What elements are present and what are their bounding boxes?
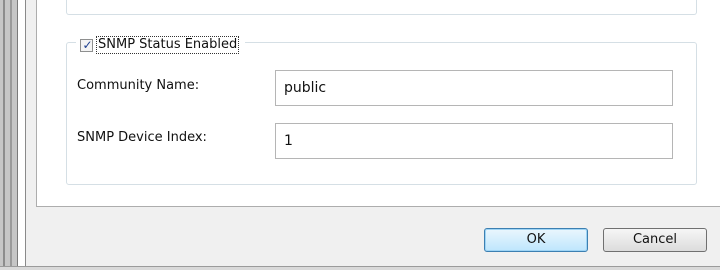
dialog-body: ✓ SNMP Status Enabled Community Name: pu… (25, 0, 720, 270)
community-name-label: Community Name: (77, 78, 200, 93)
snmp-device-index-label: SNMP Device Index: (77, 130, 207, 145)
settings-panel: ✓ SNMP Status Enabled Community Name: pu… (36, 0, 720, 207)
snmp-group-box (66, 42, 697, 185)
previous-group-box (66, 0, 697, 15)
ok-button[interactable]: OK (484, 228, 588, 252)
snmp-enabled-checkbox[interactable]: ✓ (80, 37, 93, 52)
community-name-input[interactable]: public (275, 70, 673, 106)
snmp-enabled-label[interactable]: SNMP Status Enabled (96, 36, 240, 54)
snmp-device-index-input[interactable]: 1 (275, 123, 673, 159)
window-frame-bottom (0, 266, 720, 270)
snmp-enabled-checkbox-row[interactable]: ✓ SNMP Status Enabled (76, 35, 246, 55)
window-frame-left (0, 0, 18, 270)
checkmark-icon: ✓ (82, 37, 93, 52)
cancel-button[interactable]: Cancel (603, 228, 707, 252)
